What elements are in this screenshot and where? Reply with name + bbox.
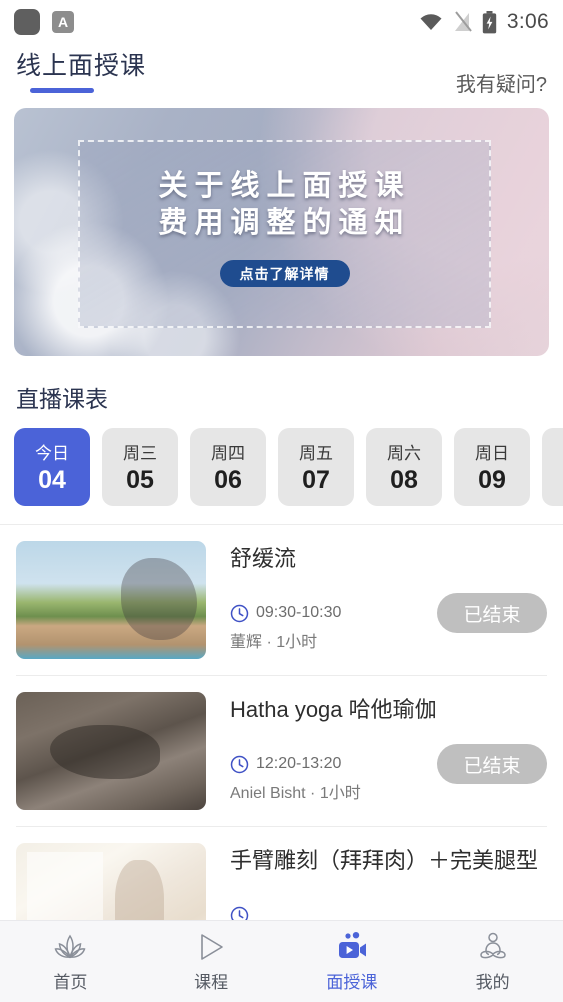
tab-label-home: 首页 [53,972,88,992]
active-tab-underline [30,88,94,93]
course-time: 12:20-13:20 [256,755,342,773]
date-chip-weekday: 周日 [475,444,509,463]
course-thumbnail [16,541,206,659]
page-title: 线上面授课 [16,52,147,80]
date-chip[interactable]: 周六 08 [366,428,442,506]
date-chip-today[interactable]: 今日 04 [14,428,90,506]
promo-banner-line1: 关于线上面授课 [158,170,411,202]
course-status-button[interactable]: 已结束 [437,744,547,784]
course-name: Hatha yoga 哈他瑜伽 [230,697,437,722]
help-link[interactable]: 我有疑问? [456,44,547,97]
promo-banner[interactable]: 关于线上面授课 费用调整的通知 点击了解详情 [14,108,549,356]
course-list-item[interactable]: 舒缓流 09:30-10:30 董辉 · 1小时 已结束 [0,525,563,659]
meditation-icon [477,931,509,963]
status-bar-right-icons: 3:06 [419,10,549,34]
date-chip-weekday: 周四 [211,444,245,463]
date-chip-weekday: 周五 [299,444,333,463]
date-chip-day: 06 [214,466,242,494]
course-name: 舒缓流 [230,546,297,571]
tab-label-mine: 我的 [475,972,510,992]
tab-label-courses: 课程 [194,972,229,992]
play-triangle-icon [196,931,226,963]
course-list-item[interactable]: Hatha yoga 哈他瑜伽 12:20-13:20 Aniel Bisht … [0,676,563,810]
date-chip-partial[interactable]: 周 1 [542,428,563,506]
clock-icon [230,755,249,773]
video-camera-icon [335,931,369,963]
course-info: 手臂雕刻（拜拜肉）＋完美腿型 [206,843,547,925]
course-status-button[interactable]: 已结束 [437,593,547,633]
date-chip-weekday: 今日 [35,444,69,463]
app-square-icon [14,9,40,35]
course-time: 09:30-10:30 [256,604,342,622]
course-name: 手臂雕刻（拜拜肉）＋完美腿型 [230,848,539,873]
no-signal-icon [454,11,472,32]
tab-courses[interactable]: 课程 [141,931,282,993]
active-tab-title[interactable]: 线上面授课 [16,44,146,93]
course-info: Hatha yoga 哈他瑜伽 12:20-13:20 Aniel Bisht … [206,692,547,803]
input-method-a-icon: A [52,11,74,33]
date-chip[interactable]: 周四 06 [190,428,266,506]
schedule-section-title: 直播课表 [16,386,108,412]
date-selector[interactable]: 今日 04 周三 05 周四 06 周五 07 周六 08 周日 09 周 1 [0,414,563,506]
lotus-icon [53,931,87,963]
tab-live-class[interactable]: 面授课 [282,931,423,993]
tab-mine[interactable]: 我的 [422,931,563,993]
promo-banner-line2: 费用调整的通知 [158,207,411,240]
date-chip[interactable]: 周三 05 [102,428,178,506]
battery-charging-icon [482,10,497,33]
date-chip[interactable]: 周五 07 [278,428,354,506]
wifi-icon [420,14,442,30]
date-chip-day: 09 [478,466,506,494]
date-chip-day: 04 [38,466,66,494]
date-chip[interactable]: 周日 09 [454,428,530,506]
date-chip-day: 07 [302,466,330,494]
date-chip-weekday: 周三 [123,444,157,463]
status-bar-clock: 3:06 [506,10,549,33]
status-bar-left-icons: A [14,9,74,35]
tab-label-live-class: 面授课 [326,972,378,992]
date-chip-weekday: 周六 [387,444,421,463]
date-chip-day: 05 [126,466,154,494]
bottom-navigation: 首页 课程 面授课 我的 [0,920,563,1002]
course-info: 舒缓流 09:30-10:30 董辉 · 1小时 已结束 [206,541,547,652]
course-thumbnail [16,692,206,810]
tab-home[interactable]: 首页 [0,931,141,993]
clock-icon [230,604,249,622]
promo-banner-cta-button[interactable]: 点击了解详情 [219,260,350,288]
page-header: 线上面授课 我有疑问? [0,44,563,102]
status-bar: A 3:06 [0,0,563,44]
date-chip-day: 08 [390,466,418,494]
promo-banner-frame: 关于线上面授课 费用调整的通知 点击了解详情 [78,140,491,328]
